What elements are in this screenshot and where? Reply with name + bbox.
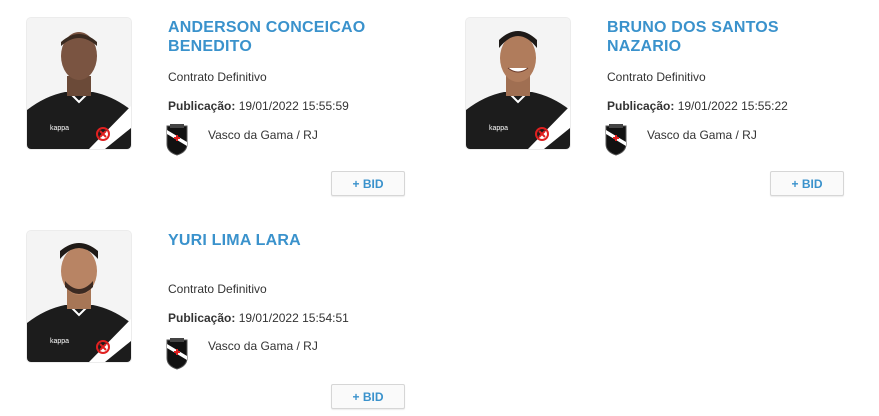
- contract-type: Contrato Definitivo: [168, 282, 267, 296]
- publication-value: 19/01/2022 15:54:51: [238, 311, 349, 325]
- club-name: Vasco da Gama / RJ: [208, 339, 318, 353]
- publication-date: Publicação: 19/01/2022 15:55:22: [607, 99, 788, 113]
- player-photo: kappa: [466, 18, 570, 149]
- player-photo: kappa: [27, 231, 131, 362]
- player-card: kappa BRUNO DOS SANTOS NAZARIO Contrato …: [466, 18, 866, 218]
- svg-text:kappa: kappa: [50, 338, 69, 345]
- svg-text:kappa: kappa: [489, 125, 508, 132]
- club-name: Vasco da Gama / RJ: [208, 128, 318, 142]
- player-name[interactable]: BRUNO DOS SANTOS NAZARIO: [607, 18, 857, 56]
- player-photo: kappa: [27, 18, 131, 149]
- add-bid-button[interactable]: + BID: [770, 171, 844, 196]
- contract-type: Contrato Definitivo: [168, 70, 267, 84]
- svg-text:kappa: kappa: [50, 125, 69, 132]
- add-bid-button[interactable]: + BID: [331, 171, 405, 196]
- contract-type: Contrato Definitivo: [607, 70, 706, 84]
- add-bid-button[interactable]: + BID: [331, 384, 405, 409]
- publication-date: Publicação: 19/01/2022 15:54:51: [168, 311, 349, 325]
- player-name[interactable]: YURI LIMA LARA: [168, 231, 418, 250]
- player-name[interactable]: ANDERSON CONCEICAO BENEDITO: [168, 18, 418, 56]
- publication-value: 19/01/2022 15:55:59: [238, 99, 349, 113]
- publication-label: Publicação:: [168, 311, 236, 325]
- vasco-crest-icon: [165, 338, 189, 370]
- publication-label: Publicação:: [168, 99, 236, 113]
- vasco-crest-icon: [165, 124, 189, 156]
- player-card: kappa YURI LIMA LARA Contrato Definitivo…: [27, 231, 427, 416]
- club-name: Vasco da Gama / RJ: [647, 128, 757, 142]
- vasco-crest-icon: [604, 124, 628, 156]
- player-card: kappa ANDERSON CONCEICAO BENEDITO Contra…: [27, 18, 427, 218]
- publication-label: Publicação:: [607, 99, 675, 113]
- publication-value: 19/01/2022 15:55:22: [677, 99, 788, 113]
- publication-date: Publicação: 19/01/2022 15:55:59: [168, 99, 349, 113]
